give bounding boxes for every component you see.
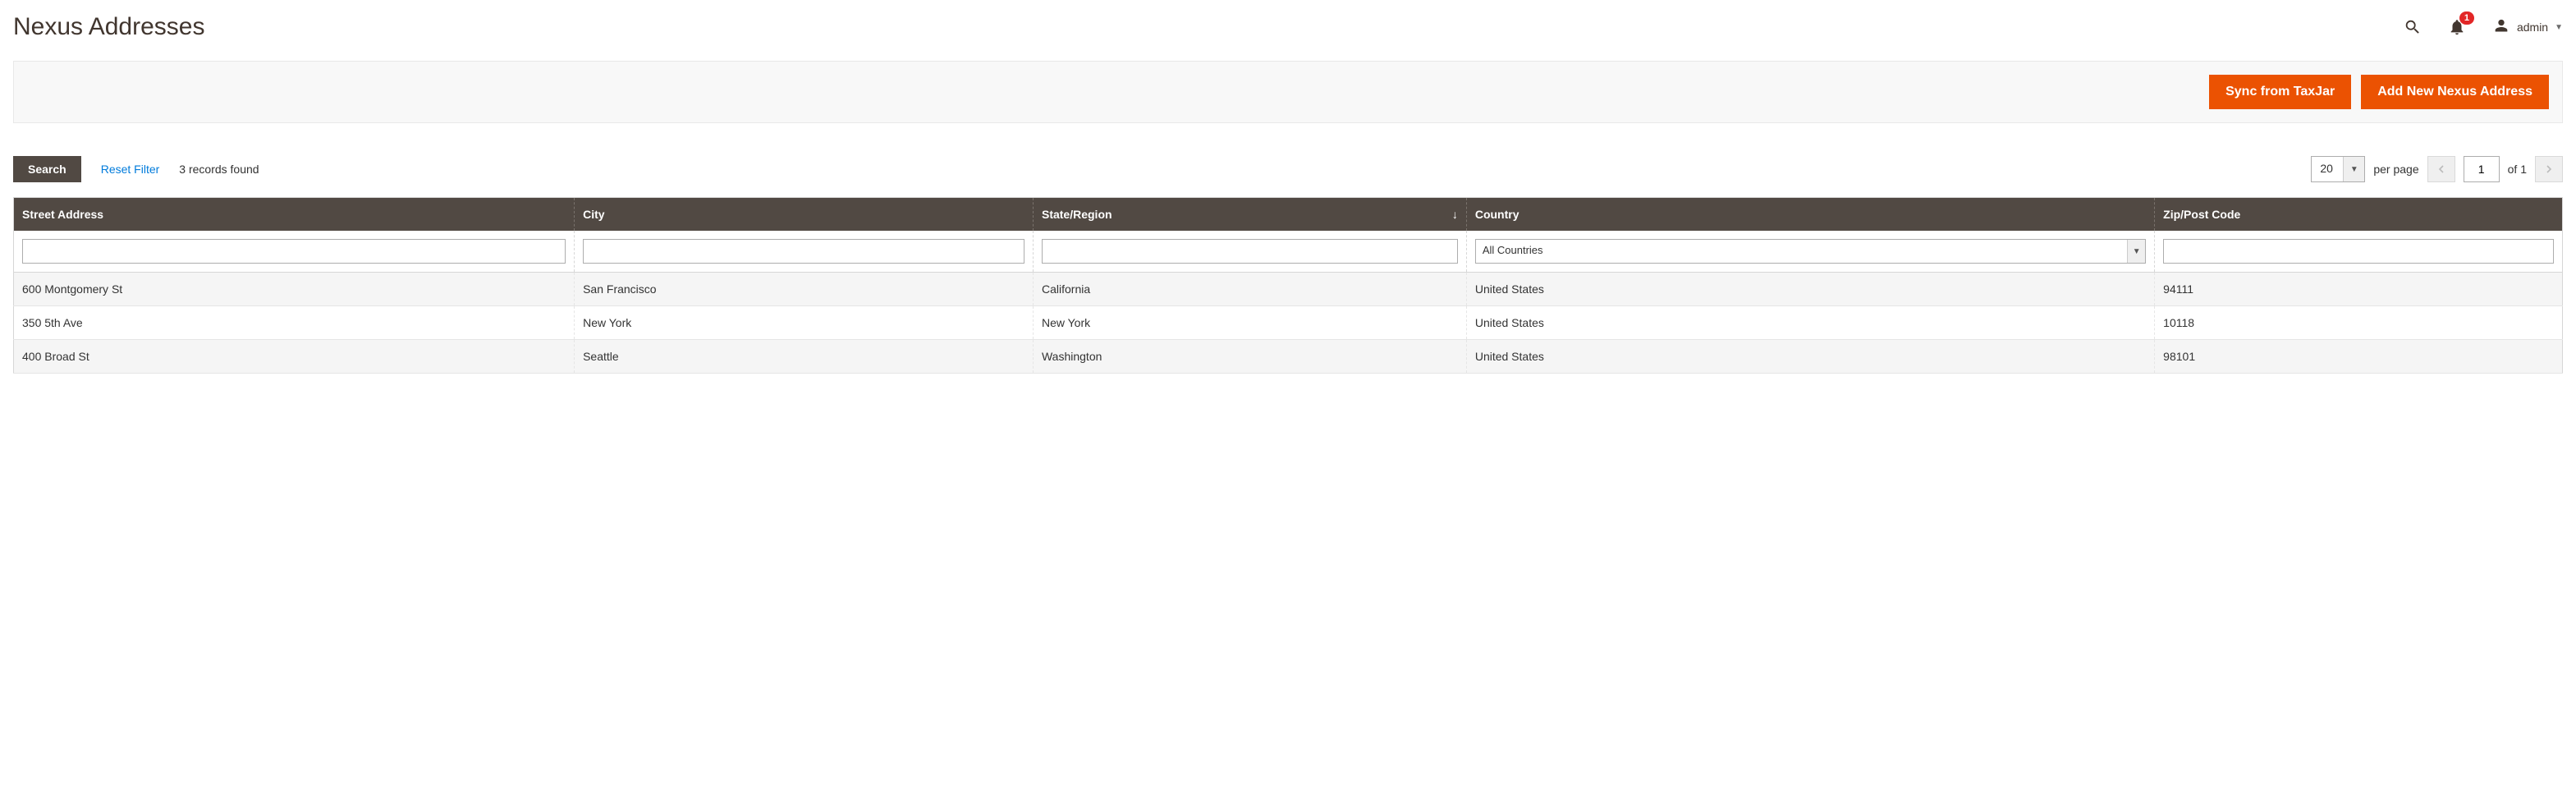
column-header-country[interactable]: Country <box>1466 198 2154 232</box>
chevron-left-icon <box>2437 165 2445 173</box>
chevron-down-icon: ▼ <box>2555 23 2563 32</box>
grid-controls: Search Reset Filter 3 records found 20 ▼… <box>13 156 2563 182</box>
chevron-down-icon: ▼ <box>2343 157 2364 181</box>
table-row[interactable]: 400 Broad St Seattle Washington United S… <box>14 340 2563 374</box>
page-of-label: of 1 <box>2508 163 2527 176</box>
column-header-street[interactable]: Street Address <box>14 198 575 232</box>
table-row[interactable]: 350 5th Ave New York New York United Sta… <box>14 306 2563 340</box>
table-row[interactable]: 600 Montgomery St San Francisco Californ… <box>14 273 2563 306</box>
per-page-label: per page <box>2373 163 2418 176</box>
action-bar: Sync from TaxJar Add New Nexus Address <box>13 61 2563 123</box>
prev-page-button[interactable] <box>2427 156 2455 182</box>
page-title: Nexus Addresses <box>13 13 204 41</box>
notifications-icon[interactable]: 1 <box>2448 18 2466 36</box>
next-page-button[interactable] <box>2535 156 2563 182</box>
user-menu[interactable]: admin ▼ <box>2492 18 2563 36</box>
records-found-label: 3 records found <box>179 163 259 176</box>
user-label: admin <box>2517 21 2548 34</box>
filter-row: All Countries ▼ <box>14 231 2563 273</box>
filter-country-select[interactable]: All Countries ▼ <box>1475 239 2146 264</box>
header-actions: 1 admin ▼ <box>2404 18 2563 36</box>
filter-zip-input[interactable] <box>2163 239 2554 264</box>
nexus-table: Street Address City State/Region ↓ Count… <box>13 197 2563 374</box>
page-header: Nexus Addresses 1 admin ▼ <box>13 13 2563 41</box>
page-number-input[interactable] <box>2464 156 2500 182</box>
sync-from-taxjar-button[interactable]: Sync from TaxJar <box>2209 75 2351 109</box>
reset-filter-link[interactable]: Reset Filter <box>101 163 160 176</box>
search-button[interactable]: Search <box>13 156 81 182</box>
sort-descending-icon: ↓ <box>1452 208 1458 221</box>
chevron-down-icon: ▼ <box>2127 240 2145 263</box>
chevron-right-icon <box>2545 165 2553 173</box>
add-new-nexus-button[interactable]: Add New Nexus Address <box>2361 75 2549 109</box>
filter-city-input[interactable] <box>583 239 1024 264</box>
column-header-city[interactable]: City <box>575 198 1034 232</box>
per-page-select[interactable]: 20 ▼ <box>2311 156 2365 182</box>
column-header-state[interactable]: State/Region ↓ <box>1033 198 1466 232</box>
user-icon <box>2492 18 2510 36</box>
per-page-value: 20 <box>2312 157 2343 181</box>
search-icon[interactable] <box>2404 18 2422 36</box>
filter-street-input[interactable] <box>22 239 566 264</box>
notification-badge: 1 <box>2459 11 2474 25</box>
column-header-zip[interactable]: Zip/Post Code <box>2155 198 2563 232</box>
filter-state-input[interactable] <box>1042 239 1458 264</box>
